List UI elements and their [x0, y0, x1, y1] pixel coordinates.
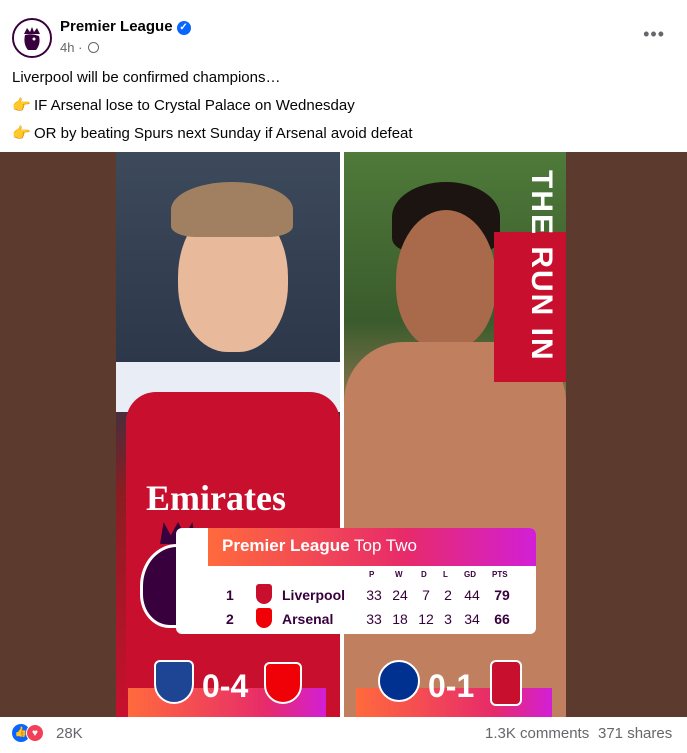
row-position: 2	[226, 611, 234, 627]
row-drawn: 12	[418, 611, 434, 627]
match-score: 0-4	[202, 668, 249, 704]
page-name-text[interactable]: Premier League	[60, 18, 173, 35]
post-footer: 👍 ♥ 28K 1.3K comments 371 shares	[12, 724, 675, 746]
post-header: Premier League ✓ 4h · •••	[12, 14, 675, 58]
message-line-text: IF Arsenal lose to Crystal Palace on Wed…	[34, 97, 355, 114]
column-header: PTS	[492, 570, 508, 579]
verified-badge-icon: ✓	[176, 21, 191, 35]
row-points: 66	[494, 611, 510, 627]
globe-icon	[88, 42, 100, 53]
column-header: P	[369, 570, 375, 579]
league-table: Premier League Top Two P W D L GD PTS 1 …	[176, 528, 536, 634]
table-row: 1 Liverpool 33 24 7 2 44 79	[176, 584, 536, 608]
post-message: Liverpool will be confirmed champions… 👉…	[12, 66, 672, 150]
row-played: 33	[366, 587, 382, 603]
league-table-header: Premier League Top Two	[208, 528, 536, 566]
message-line: 👉 IF Arsenal lose to Crystal Palace on We…	[12, 94, 672, 122]
liverpool-crest-icon	[256, 584, 272, 604]
page-avatar[interactable]	[12, 18, 52, 58]
league-table-title: Premier League Top Two	[222, 536, 417, 556]
table-row: 2 Arsenal 33 18 12 3 34 66	[176, 608, 536, 632]
column-header: D	[421, 570, 427, 579]
row-drawn: 7	[422, 587, 430, 603]
row-position: 1	[226, 587, 234, 603]
row-team: Liverpool	[282, 587, 346, 603]
message-line: 👉 OR by beating Spurs next Sunday if Arse…	[12, 122, 672, 150]
ipswich-crest-icon	[154, 660, 194, 704]
the-run-in-title: THE RUN IN	[525, 170, 558, 362]
comments-count[interactable]: 1.3K comments	[485, 725, 589, 742]
message-line-text: OR by beating Spurs next Sunday if Arsen…	[34, 125, 413, 142]
row-lost: 3	[444, 611, 452, 627]
row-lost: 2	[444, 587, 452, 603]
column-header: L	[443, 570, 448, 579]
match-score: 0-1	[428, 668, 475, 704]
shares-count[interactable]: 371 shares	[598, 725, 672, 742]
leicester-crest-icon	[378, 660, 420, 702]
table-columns: P W D L GD PTS	[176, 570, 536, 582]
row-goal-difference: 44	[464, 587, 480, 603]
row-played: 33	[366, 611, 382, 627]
player-face	[396, 210, 496, 350]
player-hair	[171, 182, 293, 237]
post-meta: 4h ·	[60, 40, 100, 55]
reaction-count[interactable]: 28K	[56, 725, 83, 742]
liverpool-crest-icon	[490, 660, 522, 706]
column-header: GD	[464, 570, 476, 579]
page-name[interactable]: Premier League ✓	[60, 18, 191, 35]
arsenal-crest-icon	[256, 608, 272, 628]
sponsor-text: Emirates	[146, 478, 286, 518]
row-points: 79	[494, 587, 510, 603]
pointing-hand-icon: 👉	[12, 97, 31, 114]
row-won: 18	[392, 611, 408, 627]
more-options-icon[interactable]: •••	[643, 24, 665, 45]
post-media[interactable]: Emirates THE RUN IN Premier League Top T…	[0, 152, 687, 717]
facebook-post: Premier League ✓ 4h · ••• Liverpool will …	[0, 0, 687, 753]
run-in-graphic[interactable]: Emirates THE RUN IN Premier League Top T…	[116, 152, 566, 717]
row-team: Arsenal	[282, 611, 334, 627]
column-header: W	[395, 570, 403, 579]
post-time[interactable]: 4h	[60, 40, 74, 55]
message-line: Liverpool will be confirmed champions…	[12, 69, 281, 86]
row-won: 24	[392, 587, 408, 603]
pointing-hand-icon: 👉	[12, 125, 31, 142]
love-reaction-icon[interactable]: ♥	[26, 724, 44, 742]
league-table-brand: Premier League	[222, 536, 350, 555]
league-table-subtitle: Top Two	[353, 536, 417, 555]
arsenal-crest-icon	[264, 662, 302, 704]
row-goal-difference: 34	[464, 611, 480, 627]
